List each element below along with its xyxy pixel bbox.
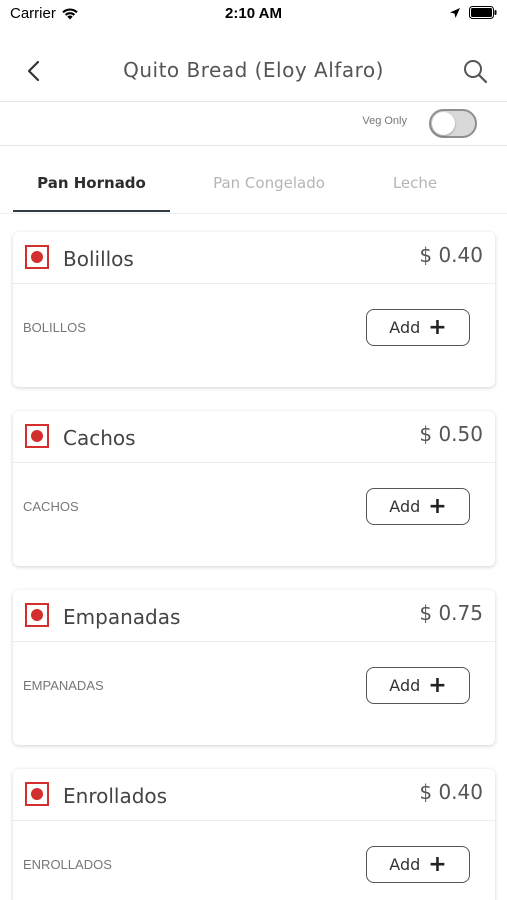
item-name: Empanadas	[63, 605, 181, 629]
menu-item-card: Enrollados $ 0.40 ENROLLADOS Add +	[13, 769, 495, 900]
item-description: EMPANADAS	[23, 678, 104, 693]
page-title: Quito Bread (Eloy Alfaro)	[123, 58, 384, 82]
chevron-left-icon	[27, 60, 40, 82]
non-veg-marker-icon	[25, 245, 49, 269]
item-name: Enrollados	[63, 784, 168, 808]
tab-pan-congelado[interactable]: Pan Congelado	[190, 174, 348, 192]
non-veg-marker-icon	[25, 603, 49, 627]
item-description: ENROLLADOS	[23, 857, 112, 872]
plus-icon: +	[428, 672, 447, 698]
non-veg-marker-icon	[25, 782, 49, 806]
plus-icon: +	[428, 493, 447, 519]
veg-filter-row: Veg Only	[0, 102, 507, 146]
add-button[interactable]: Add +	[366, 488, 470, 525]
add-button-label: Add	[389, 318, 421, 337]
item-price: $ 0.40	[419, 243, 483, 267]
plus-icon: +	[428, 851, 447, 877]
card-header: Enrollados $ 0.40	[13, 769, 495, 821]
add-button[interactable]: Add +	[366, 667, 470, 704]
category-tabs: Pan Hornado Pan Congelado Leche	[0, 146, 507, 214]
item-price: $ 0.75	[419, 601, 483, 625]
item-name: Bolillos	[63, 247, 134, 271]
back-button[interactable]	[18, 56, 48, 86]
search-icon	[464, 60, 488, 84]
active-tab-indicator	[13, 210, 170, 212]
card-header: Empanadas $ 0.75	[13, 590, 495, 642]
search-button[interactable]	[459, 55, 491, 87]
veg-only-label: Veg Only	[362, 115, 407, 127]
menu-item-card: Empanadas $ 0.75 EMPANADAS Add +	[13, 590, 495, 745]
plus-icon: +	[428, 314, 447, 340]
status-bar: Carrier 2:10 AM	[0, 0, 507, 30]
item-description: CACHOS	[23, 499, 79, 514]
item-description: BOLILLOS	[23, 320, 86, 335]
add-button[interactable]: Add +	[366, 309, 470, 346]
menu-item-card: Bolillos $ 0.40 BOLILLOS Add +	[13, 232, 495, 387]
status-time: 2:10 AM	[225, 5, 282, 22]
item-name: Cachos	[63, 426, 136, 450]
add-button-label: Add	[389, 497, 421, 516]
add-button-label: Add	[389, 676, 421, 695]
veg-only-toggle[interactable]	[429, 109, 477, 138]
tab-leche[interactable]: Leche	[355, 174, 475, 192]
battery-icon	[469, 6, 497, 19]
add-button[interactable]: Add +	[366, 846, 470, 883]
non-veg-marker-icon	[25, 424, 49, 448]
app-header: Quito Bread (Eloy Alfaro)	[0, 40, 507, 102]
toggle-knob	[432, 112, 455, 135]
item-price: $ 0.50	[419, 422, 483, 446]
card-header: Cachos $ 0.50	[13, 411, 495, 463]
menu-item-card: Cachos $ 0.50 CACHOS Add +	[13, 411, 495, 566]
add-button-label: Add	[389, 855, 421, 874]
status-indicators	[449, 6, 497, 19]
tab-pan-hornado[interactable]: Pan Hornado	[13, 174, 170, 192]
location-arrow-icon	[450, 7, 460, 18]
item-price: $ 0.40	[419, 780, 483, 804]
card-header: Bolillos $ 0.40	[13, 232, 495, 284]
